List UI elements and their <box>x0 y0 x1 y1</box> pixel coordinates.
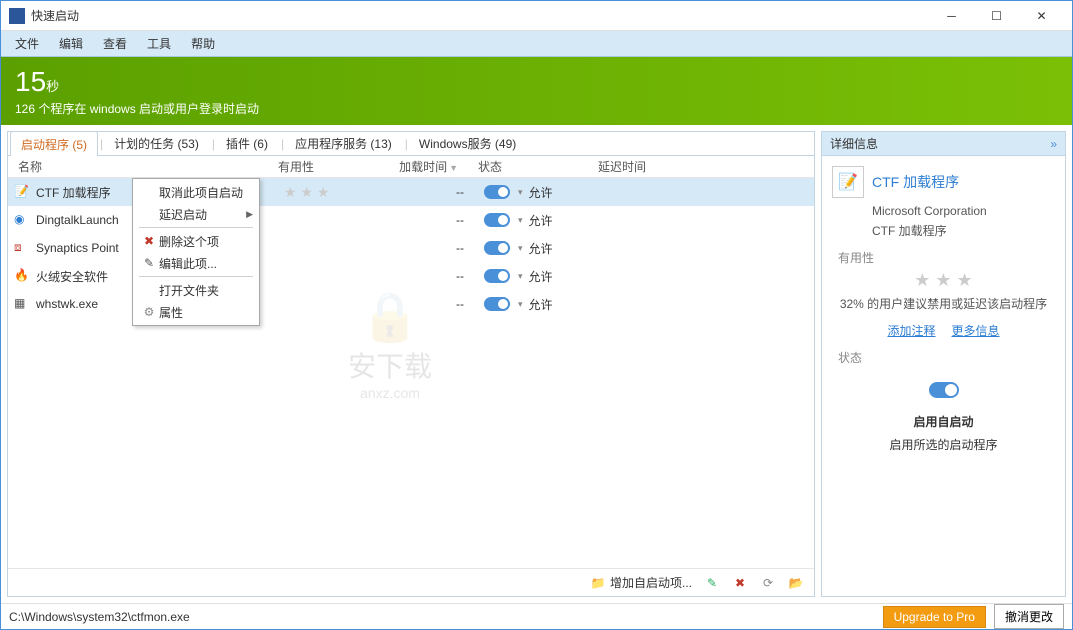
row-loadtime: -- <box>384 297 484 311</box>
statusbar: C:\Windows\system32\ctfmon.exe Upgrade t… <box>1 603 1072 629</box>
rating-stars: ★ ★ ★ <box>832 270 1055 291</box>
row-status: ▾ 允许 <box>484 240 604 257</box>
row-loadtime: -- <box>384 269 484 283</box>
row-icon: 🔥 <box>14 268 30 284</box>
detail-app-icon: 📝 <box>832 166 864 198</box>
toggle-switch[interactable] <box>484 213 510 227</box>
undo-button[interactable]: 撤消更改 <box>994 604 1064 629</box>
row-icon: ▦ <box>14 296 30 312</box>
cm-edit[interactable]: ✎编辑此项... <box>135 252 257 274</box>
tab-win-services[interactable]: Windows服务 (49) <box>408 130 527 155</box>
menu-help[interactable]: 帮助 <box>181 31 225 56</box>
add-startup-button[interactable]: 📁 增加自启动项... <box>590 574 692 591</box>
status-desc: 启用所选的启动程序 <box>832 436 1055 453</box>
toggle-switch[interactable] <box>484 269 510 283</box>
status-label: 状态 <box>838 349 1055 366</box>
gear-icon: ⚙ <box>139 305 159 319</box>
edit-icon: ✎ <box>139 256 159 270</box>
folder-add-icon: 📁 <box>590 575 606 591</box>
delete-icon: ✖ <box>139 234 159 248</box>
expand-icon[interactable]: » <box>1050 137 1057 151</box>
edit-icon[interactable]: ✎ <box>704 575 720 591</box>
details-title: 详细信息 <box>830 135 1050 152</box>
cm-delay-start[interactable]: 延迟启动▶ <box>135 203 257 225</box>
header-delay[interactable]: 延迟时间 <box>598 158 698 175</box>
close-button[interactable]: ✕ <box>1019 2 1064 30</box>
titlebar: 快速启动 ─ ☐ ✕ <box>1 1 1072 31</box>
list-row[interactable]: ◉ DingtalkLaunch -- ▾ 允许 <box>8 206 814 234</box>
link-more-info[interactable]: 更多信息 <box>952 322 1000 339</box>
dropdown-icon[interactable]: ▾ <box>518 215 523 226</box>
detail-toggle-switch[interactable] <box>929 382 959 398</box>
row-icon: ⧈ <box>14 240 30 256</box>
row-icon: 📝 <box>14 184 30 200</box>
tab-startup[interactable]: 启动程序 (5) <box>10 131 98 156</box>
list-row[interactable]: ⧈ Synaptics Point -- ▾ 允许 <box>8 234 814 262</box>
status-path: C:\Windows\system32\ctfmon.exe <box>9 610 883 624</box>
context-menu: 取消此项自启动 延迟启动▶ ✖删除这个项 ✎编辑此项... 打开文件夹 ⚙属性 <box>132 178 260 326</box>
cm-open-folder[interactable]: 打开文件夹 <box>135 279 257 301</box>
list-row[interactable]: 📝 CTF 加载程序 ★ ★ ★ -- ▾ 允许 <box>8 178 814 206</box>
maximize-button[interactable]: ☐ <box>974 2 1019 30</box>
app-icon <box>9 8 25 24</box>
row-status: ▾ 允许 <box>484 296 604 313</box>
refresh-icon[interactable]: ⟳ <box>760 575 776 591</box>
row-loadtime: -- <box>384 241 484 255</box>
upgrade-button[interactable]: Upgrade to Pro <box>883 606 986 628</box>
banner-subtitle: 126 个程序在 windows 启动或用户登录时启动 <box>15 100 1058 117</box>
cm-cancel-autostart[interactable]: 取消此项自启动 <box>135 181 257 203</box>
delete-icon[interactable]: ✖ <box>732 575 748 591</box>
row-status: ▾ 允许 <box>484 212 604 229</box>
row-status: ▾ 允许 <box>484 184 604 201</box>
row-loadtime: -- <box>384 185 484 199</box>
open-folder-icon[interactable]: 📂 <box>788 575 804 591</box>
usability-label: 有用性 <box>838 249 1055 266</box>
tab-app-services[interactable]: 应用程序服务 (13) <box>284 130 403 155</box>
details-panel-header: 详细信息 » <box>822 132 1065 156</box>
row-status: ▾ 允许 <box>484 268 604 285</box>
list-row[interactable]: ▦ whstwk.exe -- ▾ 允许 <box>8 290 814 318</box>
detail-name: CTF 加载程序 <box>872 172 959 192</box>
toggle-switch[interactable] <box>484 297 510 311</box>
toggle-switch[interactable] <box>484 185 510 199</box>
list-header: 名称 有用性 加载时间▼ 状态 延迟时间 <box>8 156 814 178</box>
menu-tools[interactable]: 工具 <box>137 31 181 56</box>
header-usability[interactable]: 有用性 <box>278 158 378 175</box>
header-loadtime[interactable]: 加载时间▼ <box>378 158 478 175</box>
tabs: 启动程序 (5)| 计划的任务 (53)| 插件 (6)| 应用程序服务 (13… <box>8 132 814 156</box>
minimize-button[interactable]: ─ <box>929 2 974 30</box>
list-body: 📝 CTF 加载程序 ★ ★ ★ -- ▾ 允许 ◉ DingtalkLaunc… <box>8 178 814 568</box>
menubar: 文件 编辑 查看 工具 帮助 <box>1 31 1072 57</box>
tab-scheduled[interactable]: 计划的任务 (53) <box>103 130 210 155</box>
header-status[interactable]: 状态 <box>478 158 598 175</box>
row-loadtime: -- <box>384 213 484 227</box>
link-add-note[interactable]: 添加注释 <box>887 322 935 339</box>
dropdown-icon[interactable]: ▾ <box>518 243 523 254</box>
cm-delete[interactable]: ✖删除这个项 <box>135 230 257 252</box>
row-stars: ★ ★ ★ <box>284 184 384 201</box>
detail-description: CTF 加载程序 <box>872 222 1055 239</box>
banner-unit: 秒 <box>46 79 59 94</box>
status-title: 启用自启动 <box>832 413 1055 430</box>
dropdown-icon[interactable]: ▾ <box>518 187 523 198</box>
banner-number: 15 <box>15 66 46 97</box>
rating-text: 32% 的用户建议禁用或延迟该启动程序 <box>832 295 1055 312</box>
detail-company: Microsoft Corporation <box>872 204 1055 218</box>
menu-file[interactable]: 文件 <box>5 31 49 56</box>
menu-view[interactable]: 查看 <box>93 31 137 56</box>
tab-plugins[interactable]: 插件 (6) <box>215 130 279 155</box>
dropdown-icon[interactable]: ▾ <box>518 271 523 282</box>
list-row[interactable]: 🔥 火绒安全软件 -- ▾ 允许 <box>8 262 814 290</box>
header-name[interactable]: 名称 <box>8 158 278 175</box>
banner: 15秒 126 个程序在 windows 启动或用户登录时启动 <box>1 57 1072 125</box>
menu-edit[interactable]: 编辑 <box>49 31 93 56</box>
window-title: 快速启动 <box>31 7 929 24</box>
row-icon: ◉ <box>14 212 30 228</box>
cm-properties[interactable]: ⚙属性 <box>135 301 257 323</box>
toggle-switch[interactable] <box>484 241 510 255</box>
list-footer: 📁 增加自启动项... ✎ ✖ ⟳ 📂 <box>8 568 814 596</box>
dropdown-icon[interactable]: ▾ <box>518 299 523 310</box>
